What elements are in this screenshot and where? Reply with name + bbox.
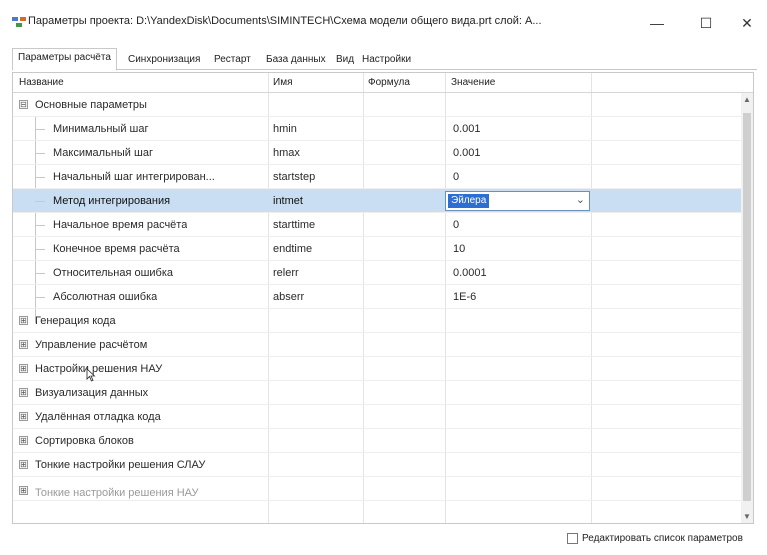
window-title: Параметры проекта: D:\YandexDisk\Documen… xyxy=(28,15,542,27)
minimize-button[interactable]: — xyxy=(634,8,680,38)
param-label: Минимальный шаг xyxy=(53,123,149,135)
tab-calc-params[interactable]: Параметры расчёта xyxy=(12,48,117,71)
group-label: Сортировка блоков xyxy=(35,435,134,447)
tree-branch xyxy=(35,249,45,250)
column-header-name[interactable]: Название xyxy=(19,77,64,88)
group-label: Удалённая отладка кода xyxy=(35,411,161,423)
tree-branch xyxy=(35,153,45,154)
dropdown-selected-value[interactable]: Эйлера xyxy=(448,194,490,208)
tab-restart[interactable]: Рестарт xyxy=(208,50,257,70)
expand-icon[interactable]: ⊞ xyxy=(19,486,28,495)
title-bar: Параметры проекта: D:\YandexDisk\Documen… xyxy=(0,0,767,44)
expand-icon[interactable]: ⊞ xyxy=(19,460,28,469)
tree-branch xyxy=(35,273,45,274)
column-header-id[interactable]: Имя xyxy=(273,77,292,88)
param-label: Метод интегрирования xyxy=(53,195,171,207)
param-row[interactable]: Начальное время расчёта starttime 0 xyxy=(13,213,743,237)
tree-branch xyxy=(35,129,45,130)
tree-branch xyxy=(35,201,45,202)
tab-sync[interactable]: Синхронизация xyxy=(122,50,206,70)
app-icon xyxy=(12,17,26,27)
param-label: Абсолютная ошибка xyxy=(53,291,158,303)
column-header-formula[interactable]: Формула xyxy=(368,77,410,88)
expand-icon[interactable]: ⊞ xyxy=(19,316,28,325)
group-label: Тонкие настройки решения СЛАУ xyxy=(35,459,206,471)
group-row[interactable]: ⊞ Генерация кода xyxy=(13,309,743,333)
mouse-cursor-icon xyxy=(86,368,96,382)
tree-branch xyxy=(35,177,45,178)
param-row[interactable]: Минимальный шаг hmin 0.001 xyxy=(13,117,743,141)
param-value[interactable]: 0 xyxy=(453,219,459,231)
tab-settings[interactable]: Настройки xyxy=(356,50,417,70)
expand-icon[interactable]: ⊞ xyxy=(19,340,28,349)
edit-params-checkbox-wrapper[interactable]: Редактировать список параметров xyxy=(567,533,743,544)
param-row[interactable]: Максимальный шаг hmax 0.001 xyxy=(13,141,743,165)
group-row[interactable]: ⊞ Тонкие настройки решения СЛАУ xyxy=(13,453,743,477)
param-value[interactable]: 10 xyxy=(453,243,465,255)
param-value[interactable]: 0.001 xyxy=(453,147,481,159)
param-id: hmax xyxy=(273,147,300,159)
param-id: startstep xyxy=(273,171,316,183)
group-label: Тонкие настройки решения НАУ xyxy=(35,487,199,499)
expand-icon[interactable]: ⊞ xyxy=(19,364,28,373)
collapse-icon[interactable]: ⊟ xyxy=(19,100,28,109)
param-value[interactable]: 0 xyxy=(453,171,459,183)
group-label: Основные параметры xyxy=(35,99,147,111)
integration-method-dropdown[interactable]: Эйлера ⌄ xyxy=(445,191,590,211)
group-row[interactable]: ⊞ Визуализация данных xyxy=(13,381,743,405)
tree-branch xyxy=(35,225,45,226)
param-id: endtime xyxy=(273,243,313,255)
group-label: Визуализация данных xyxy=(35,387,149,399)
group-row-basic[interactable]: ⊟ Основные параметры xyxy=(13,93,743,117)
grid-header: Название Имя Формула Значение xyxy=(13,73,753,93)
param-value[interactable]: 1E-6 xyxy=(453,291,476,303)
param-value[interactable]: 0.001 xyxy=(453,123,481,135)
param-label: Максимальный шаг xyxy=(53,147,153,159)
scrollbar-thumb[interactable] xyxy=(743,113,751,501)
group-label: Генерация кода xyxy=(35,315,116,327)
param-row[interactable]: Начальный шаг интегрирован... startstep … xyxy=(13,165,743,189)
edit-params-label[interactable]: Редактировать список параметров xyxy=(582,533,743,544)
scroll-up-icon[interactable]: ▲ xyxy=(743,95,751,104)
param-id: starttime xyxy=(273,219,316,231)
property-grid: Название Имя Формула Значение ⊟ Основные… xyxy=(12,72,754,524)
chevron-down-icon[interactable]: ⌄ xyxy=(576,193,585,206)
param-id: abserr xyxy=(273,291,305,303)
group-row[interactable]: ⊞ Настройки решения НАУ xyxy=(13,357,743,381)
group-label: Настройки решения НАУ xyxy=(35,363,163,375)
edit-params-checkbox[interactable] xyxy=(567,533,578,544)
group-row[interactable]: ⊞ Сортировка блоков xyxy=(13,429,743,453)
close-button[interactable]: ✕ xyxy=(724,8,767,38)
param-label: Начальное время расчёта xyxy=(53,219,188,231)
group-row[interactable]: ⊞ Тонкие настройки решения НАУ xyxy=(13,477,743,501)
param-id: relerr xyxy=(273,267,299,279)
maximize-button[interactable]: ☐ xyxy=(683,8,729,38)
group-row[interactable]: ⊞ Удалённая отладка кода xyxy=(13,405,743,429)
param-label: Относительная ошибка xyxy=(53,267,174,279)
param-id: hmin xyxy=(273,123,297,135)
tab-database[interactable]: База данных xyxy=(260,50,332,70)
param-label: Начальный шаг интегрирован... xyxy=(53,171,215,183)
param-row[interactable]: Конечное время расчёта endtime 10 xyxy=(13,237,743,261)
param-row-selected[interactable]: Метод интегрирования intmet Эйлера ⌄ xyxy=(13,189,743,213)
tree-branch xyxy=(35,297,45,298)
scroll-down-icon[interactable]: ▼ xyxy=(743,512,751,521)
expand-icon[interactable]: ⊞ xyxy=(19,388,28,397)
expand-icon[interactable]: ⊞ xyxy=(19,436,28,445)
group-row[interactable]: ⊞ Управление расчётом xyxy=(13,333,743,357)
param-value[interactable]: 0.0001 xyxy=(453,267,487,279)
tab-bar: Параметры расчёта Синхронизация Рестарт … xyxy=(12,46,757,71)
param-row[interactable]: Абсолютная ошибка abserr 1E-6 xyxy=(13,285,743,309)
vertical-scrollbar[interactable]: ▲ ▼ xyxy=(741,93,753,523)
expand-icon[interactable]: ⊞ xyxy=(19,412,28,421)
param-row[interactable]: Относительная ошибка relerr 0.0001 xyxy=(13,261,743,285)
param-id: intmet xyxy=(273,195,303,207)
param-label: Конечное время расчёта xyxy=(53,243,180,255)
column-header-value[interactable]: Значение xyxy=(451,77,495,88)
group-label: Управление расчётом xyxy=(35,339,148,351)
